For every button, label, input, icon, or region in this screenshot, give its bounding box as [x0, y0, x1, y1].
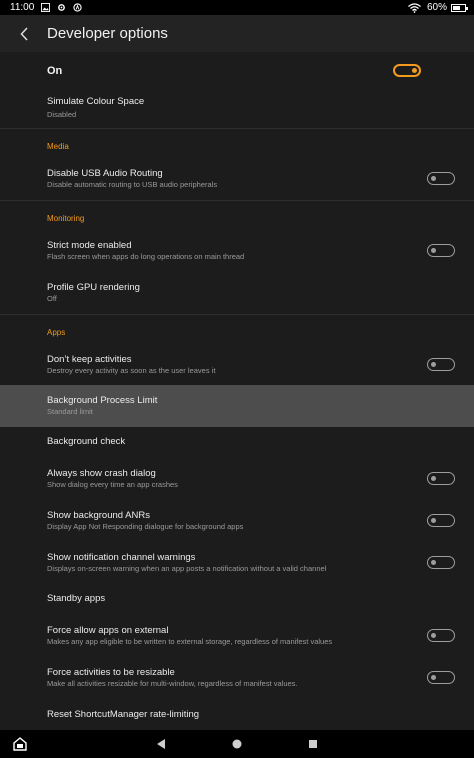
item-summary: Disabled: [47, 110, 77, 119]
toggle-knob: [412, 68, 417, 73]
item-summary: Show dialog every time an app crashes: [47, 480, 178, 489]
item-title: Always show crash dialog: [47, 468, 156, 479]
strict-mode-toggle[interactable]: [427, 244, 455, 257]
item-title: Show notification channel warnings: [47, 552, 196, 563]
show-background-anrs-toggle[interactable]: [427, 514, 455, 527]
notification-channel-warnings-toggle[interactable]: [427, 556, 455, 569]
toggle-knob: [431, 517, 436, 523]
divider: [0, 200, 474, 201]
background-check-item[interactable]: Background check: [0, 428, 474, 456]
section-header-monitoring: Monitoring: [47, 214, 85, 223]
item-title: Force activities to be resizable: [47, 667, 175, 678]
item-title: Disable USB Audio Routing: [47, 168, 163, 179]
wifi-icon: [408, 2, 421, 13]
master-switch-label: On: [47, 65, 63, 77]
item-title: Profile GPU rendering: [47, 282, 140, 293]
item-summary: Makes any app eligible to be written to …: [47, 637, 333, 646]
item-title: Standby apps: [47, 593, 106, 604]
app-bar: Developer options: [0, 15, 474, 52]
battery-icon: [451, 3, 468, 12]
always-show-crash-toggle[interactable]: [427, 472, 455, 485]
toggle-knob: [431, 361, 436, 367]
navigation-bar: [0, 730, 474, 758]
always-show-crash-dialog-item[interactable]: Always show crash dialog Show dialog eve…: [0, 462, 474, 498]
home-circle-icon[interactable]: [230, 737, 244, 751]
item-title: Background Process Limit: [47, 395, 158, 406]
settings-list: On Simulate Colour Space Disabled Media …: [0, 52, 474, 730]
strict-mode-item[interactable]: Strict mode enabled Flash screen when ap…: [0, 234, 474, 270]
divider: [0, 128, 474, 129]
toggle-knob: [431, 674, 436, 680]
notification-channel-warnings-item[interactable]: Show notification channel warnings Displ…: [0, 546, 474, 582]
section-header-media: Media: [47, 142, 69, 151]
home-store-icon[interactable]: [13, 737, 27, 751]
toggle-knob: [431, 247, 436, 253]
page-title: Developer options: [47, 25, 168, 42]
item-title: Don’t keep activities: [47, 354, 132, 365]
simulate-colour-space-item[interactable]: Simulate Colour Space Disabled: [0, 90, 474, 126]
item-summary: Disable automatic routing to USB audio p…: [47, 180, 218, 189]
developer-options-master-switch-row[interactable]: On: [0, 52, 474, 90]
background-process-limit-item[interactable]: Background Process Limit Standard limit: [0, 385, 474, 427]
toggle-knob: [431, 632, 436, 638]
item-title: Simulate Colour Space: [47, 96, 145, 107]
photo-icon: [41, 3, 51, 12]
reset-shortcutmanager-item[interactable]: Reset ShortcutManager rate-limiting: [0, 704, 474, 730]
toggle-knob: [431, 559, 436, 565]
back-triangle-icon[interactable]: [154, 737, 168, 751]
item-title: Reset ShortcutManager rate-limiting: [47, 709, 200, 720]
section-header-apps: Apps: [47, 328, 66, 337]
force-allow-apps-on-external-item[interactable]: Force allow apps on external Makes any a…: [0, 619, 474, 655]
dont-keep-activities-item[interactable]: Don’t keep activities Destroy every acti…: [0, 348, 474, 384]
disable-usb-audio-toggle[interactable]: [427, 172, 455, 185]
settings-gear-icon: [58, 4, 66, 11]
status-bar: 11:00 60%: [0, 0, 474, 15]
item-summary: Display App Not Responding dialogue for …: [47, 522, 244, 531]
item-title: Strict mode enabled: [47, 240, 132, 251]
back-button[interactable]: [10, 19, 40, 49]
show-background-anrs-item[interactable]: Show background ANRs Display App Not Res…: [0, 504, 474, 540]
standby-apps-item[interactable]: Standby apps: [0, 588, 474, 616]
item-summary: Make all activities resizable for multi-…: [47, 679, 298, 688]
recents-square-icon[interactable]: [306, 737, 320, 751]
battery-percent: 60%: [426, 2, 447, 13]
item-title: Background check: [47, 436, 126, 447]
alexa-icon: [73, 3, 82, 12]
item-summary: Standard limit: [47, 407, 93, 416]
item-title: Show background ANRs: [47, 510, 150, 521]
toggle-knob: [431, 175, 436, 181]
master-switch-toggle[interactable]: [393, 64, 421, 77]
disable-usb-audio-routing-item[interactable]: Disable USB Audio Routing Disable automa…: [0, 162, 474, 198]
force-activities-resizable-item[interactable]: Force activities to be resizable Make al…: [0, 661, 474, 697]
dont-keep-activities-toggle[interactable]: [427, 358, 455, 371]
profile-gpu-rendering-item[interactable]: Profile GPU rendering Off: [0, 276, 474, 312]
item-summary: Off: [47, 294, 57, 303]
toggle-knob: [431, 475, 436, 481]
item-summary: Displays on-screen warning when an app p…: [47, 564, 327, 573]
status-time: 11:00: [10, 2, 35, 13]
item-title: Force allow apps on external: [47, 625, 169, 636]
item-summary: Destroy every activity as soon as the us…: [47, 366, 216, 375]
divider: [0, 314, 474, 315]
force-resizable-toggle[interactable]: [427, 671, 455, 684]
chevron-left-icon: [20, 26, 28, 41]
force-allow-external-toggle[interactable]: [427, 629, 455, 642]
item-summary: Flash screen when apps do long operation…: [47, 252, 245, 261]
